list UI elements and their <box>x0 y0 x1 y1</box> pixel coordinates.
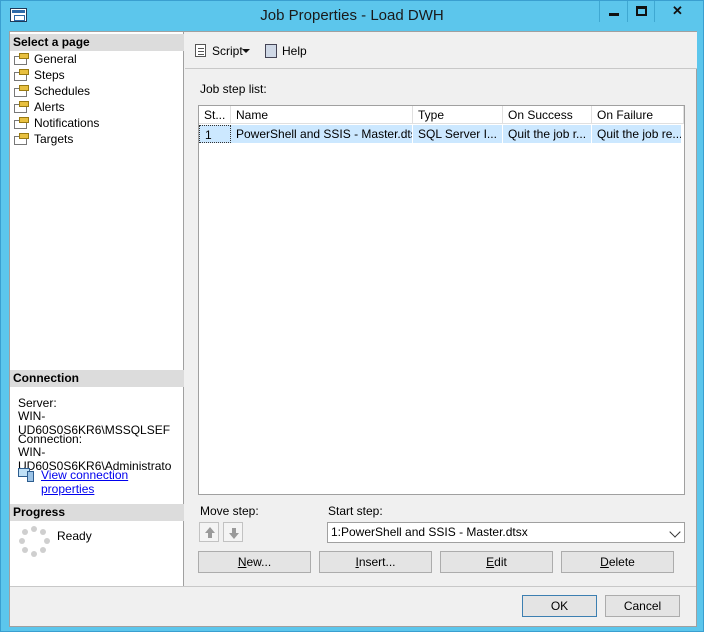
job-properties-window: Job Properties - Load DWH ✕ Select a pag… <box>0 0 704 632</box>
column-header-name[interactable]: Name <box>231 106 413 124</box>
page-icon <box>14 53 30 65</box>
page-icon <box>14 101 30 113</box>
move-step-up-button[interactable] <box>199 522 219 542</box>
start-step-label: Start step: <box>328 504 383 518</box>
insert-step-button[interactable]: Insert... <box>319 551 432 573</box>
delete-step-button[interactable]: Delete <box>561 551 674 573</box>
dialog-client: Select a page General Steps Schedules Al… <box>9 31 697 627</box>
page-item-label: Schedules <box>34 84 91 98</box>
maximize-icon <box>636 6 647 16</box>
help-icon <box>263 43 279 59</box>
server-label: Server: <box>18 396 57 410</box>
cancel-button[interactable]: Cancel <box>605 595 680 617</box>
page-item-notifications[interactable]: Notifications <box>14 115 99 131</box>
script-button[interactable]: Script <box>193 42 243 60</box>
arrow-down-icon <box>229 533 239 539</box>
help-label: Help <box>282 44 307 58</box>
connection-header: Connection <box>10 370 184 387</box>
job-step-list[interactable]: St... Name Type On Success On Failure 1 … <box>198 105 685 495</box>
cell-on-success: Quit the job r... <box>503 125 592 143</box>
page-icon <box>14 117 30 129</box>
script-icon <box>193 43 209 59</box>
minimize-button[interactable] <box>599 1 627 22</box>
cell-on-failure: Quit the job re... <box>592 125 682 143</box>
toolbar: Script Help <box>185 32 697 69</box>
edit-step-button[interactable]: Edit <box>440 551 553 573</box>
close-button[interactable]: ✕ <box>654 1 700 22</box>
page-item-label: Alerts <box>34 100 65 114</box>
script-label: Script <box>212 44 243 58</box>
help-button[interactable]: Help <box>263 42 307 60</box>
column-header-type[interactable]: Type <box>413 106 503 124</box>
page-icon <box>14 69 30 81</box>
footer-divider <box>10 586 696 587</box>
page-icon <box>14 133 30 145</box>
page-icon <box>14 85 30 97</box>
job-step-list-label: Job step list: <box>200 82 267 96</box>
cell-step-type: SQL Server I... <box>413 125 503 143</box>
page-item-label: Targets <box>34 132 74 146</box>
title-bar[interactable]: Job Properties - Load DWH ✕ <box>1 1 703 31</box>
move-step-label: Move step: <box>200 504 259 518</box>
ok-button[interactable]: OK <box>522 595 597 617</box>
page-item-label: Steps <box>34 68 65 82</box>
table-row[interactable]: 1 PowerShell and SSIS - Master.dtsx SQL … <box>199 125 682 143</box>
page-item-targets[interactable]: Targets <box>14 131 73 147</box>
cell-step-number: 1 <box>199 125 231 143</box>
view-connection-properties-link[interactable]: View connection properties <box>41 468 183 496</box>
page-item-label: General <box>34 52 77 66</box>
start-step-value: 1:PowerShell and SSIS - Master.dtsx <box>331 525 528 539</box>
chevron-down-icon <box>669 526 681 538</box>
page-item-alerts[interactable]: Alerts <box>14 99 65 115</box>
page-item-general[interactable]: General <box>14 51 77 67</box>
grid-header: St... Name Type On Success On Failure <box>199 106 684 124</box>
minimize-icon <box>609 13 619 16</box>
progress-header: Progress <box>10 504 184 521</box>
start-step-select[interactable]: 1:PowerShell and SSIS - Master.dtsx <box>327 522 685 543</box>
cell-step-name: PowerShell and SSIS - Master.dtsx <box>231 125 413 143</box>
select-page-header: Select a page <box>10 34 184 51</box>
column-header-on-failure[interactable]: On Failure <box>592 106 684 124</box>
window-title: Job Properties - Load DWH <box>260 7 444 24</box>
new-step-button[interactable]: New... <box>198 551 311 573</box>
connection-label: Connection: <box>18 432 83 446</box>
page-item-label: Notifications <box>34 116 100 130</box>
column-header-on-success[interactable]: On Success <box>503 106 592 124</box>
page-item-schedules[interactable]: Schedules <box>14 83 90 99</box>
connection-properties-icon <box>18 468 35 483</box>
column-header-step[interactable]: St... <box>199 106 231 124</box>
move-step-down-button[interactable] <box>223 522 243 542</box>
page-item-steps[interactable]: Steps <box>14 67 65 83</box>
maximize-button[interactable] <box>627 1 654 22</box>
progress-status: Ready <box>57 529 92 543</box>
close-icon: ✕ <box>672 3 683 18</box>
script-dropdown-arrow-icon[interactable] <box>242 49 250 53</box>
progress-spinner-icon <box>19 526 50 557</box>
left-pane: Select a page General Steps Schedules Al… <box>10 32 184 586</box>
